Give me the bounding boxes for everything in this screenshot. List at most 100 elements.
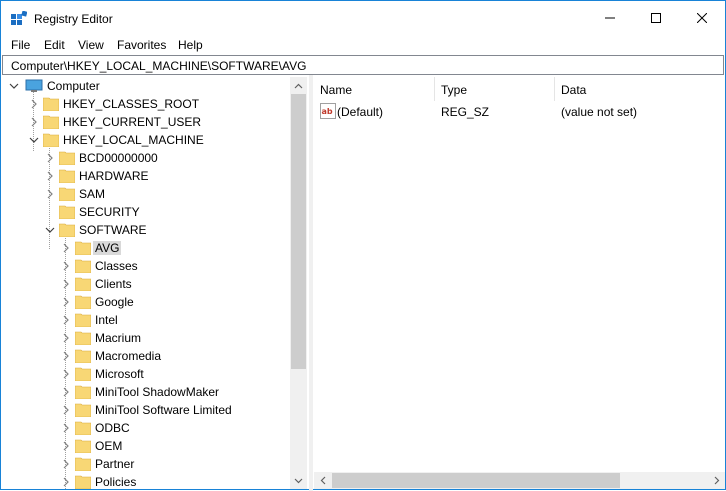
chevron-right-icon[interactable] <box>61 422 71 434</box>
chevron-right-icon <box>714 476 719 485</box>
folder-icon <box>59 205 75 219</box>
folder-icon <box>75 331 91 345</box>
tree-item-hkey-classes-root[interactable]: HKEY_CLASSES_ROOT <box>5 95 295 113</box>
column-header-name[interactable]: Name <box>314 77 435 101</box>
pane-splitter[interactable] <box>309 75 313 491</box>
chevron-right-icon[interactable] <box>61 260 71 272</box>
tree-item-minitool-shadowmaker[interactable]: MiniTool ShadowMaker <box>5 383 295 401</box>
tree-item-hardware[interactable]: HARDWARE <box>5 167 295 185</box>
tree-item-microsoft[interactable]: Microsoft <box>5 365 295 383</box>
tree-item-label: MiniTool ShadowMaker <box>95 385 220 399</box>
value-type: REG_SZ <box>441 105 490 119</box>
tree-item-clients[interactable]: Clients <box>5 275 295 293</box>
tree-item-label: Google <box>95 295 134 309</box>
tree-item-google[interactable]: Google <box>5 293 295 311</box>
scroll-up-button[interactable] <box>290 77 307 94</box>
svg-text:ab: ab <box>322 107 333 116</box>
folder-icon <box>75 349 91 363</box>
chevron-right-icon[interactable] <box>61 404 71 416</box>
tree-item-intel[interactable]: Intel <box>5 311 295 329</box>
chevron-right-icon[interactable] <box>29 98 39 110</box>
tree-item-partner[interactable]: Partner <box>5 455 295 473</box>
tree-item-classes[interactable]: Classes <box>5 257 295 275</box>
values-horizontal-scrollbar[interactable] <box>314 472 725 489</box>
tree-item-macromedia[interactable]: Macromedia <box>5 347 295 365</box>
tree-item-sam[interactable]: SAM <box>5 185 295 203</box>
value-row[interactable]: ab (Default) REG_SZ (value not set) <box>314 102 725 120</box>
chevron-down-icon[interactable] <box>29 134 39 146</box>
tree-item-hkey-local-machine[interactable]: HKEY_LOCAL_MACHINE <box>5 131 295 149</box>
chevron-right-icon[interactable] <box>61 386 71 398</box>
chevron-right-icon[interactable] <box>45 170 55 182</box>
address-path[interactable]: Computer\HKEY_LOCAL_MACHINE\SOFTWARE\AVG <box>11 59 306 73</box>
tree-item-label: Macromedia <box>95 349 162 363</box>
chevron-right-icon[interactable] <box>61 440 71 452</box>
menu-file[interactable]: File <box>11 38 30 52</box>
tree-item-macrium[interactable]: Macrium <box>5 329 295 347</box>
folder-open-icon <box>59 223 75 237</box>
values-pane[interactable]: Name Type Data ab (Default) REG_SZ (valu… <box>314 77 725 489</box>
close-button[interactable] <box>679 1 725 35</box>
column-header-type[interactable]: Type <box>435 77 555 101</box>
scroll-thumb[interactable] <box>332 473 620 488</box>
maximize-icon <box>651 13 661 23</box>
chevron-right-icon[interactable] <box>61 476 71 488</box>
chevron-right-icon[interactable] <box>61 458 71 470</box>
tree-vertical-scrollbar[interactable] <box>290 77 307 489</box>
column-header-data[interactable]: Data <box>555 77 725 101</box>
scroll-thumb[interactable] <box>291 94 306 369</box>
menu-edit[interactable]: Edit <box>44 38 65 52</box>
close-icon <box>697 13 707 23</box>
folder-icon <box>75 439 91 453</box>
maximize-button[interactable] <box>633 1 679 35</box>
chevron-down-icon <box>294 478 303 483</box>
tree-item-label: Classes <box>95 259 138 273</box>
chevron-right-icon[interactable] <box>61 368 71 380</box>
tree-item-software[interactable]: SOFTWARE <box>5 221 295 239</box>
tree-item-avg[interactable]: AVG <box>5 239 295 257</box>
folder-icon <box>75 403 91 417</box>
title-bar[interactable]: Registry Editor <box>1 1 725 35</box>
menu-favorites[interactable]: Favorites <box>117 38 166 52</box>
tree-item-label: ODBC <box>95 421 130 435</box>
chevron-right-icon[interactable] <box>61 296 71 308</box>
tree-item-security[interactable]: SECURITY <box>5 203 295 221</box>
tree-item-odbc[interactable]: ODBC <box>5 419 295 437</box>
tree-item-computer[interactable]: Computer <box>5 77 295 95</box>
folder-icon <box>75 367 91 381</box>
tree-item-oem[interactable]: OEM <box>5 437 295 455</box>
chevron-right-icon[interactable] <box>61 314 71 326</box>
value-name: (Default) <box>337 105 384 119</box>
registry-editor-window: Registry Editor File Edit View Favorites… <box>0 0 726 491</box>
computer-icon <box>25 79 43 92</box>
chevron-right-icon[interactable] <box>61 332 71 344</box>
menu-help[interactable]: Help <box>178 38 203 52</box>
tree-item-hkey-current-user[interactable]: HKEY_CURRENT_USER <box>5 113 295 131</box>
scroll-left-button[interactable] <box>314 472 331 489</box>
value-data: (value not set) <box>561 105 638 119</box>
chevron-down-icon[interactable] <box>45 224 55 236</box>
scroll-right-button[interactable] <box>708 472 725 489</box>
chevron-right-icon[interactable] <box>61 242 71 254</box>
minimize-icon <box>605 17 615 19</box>
tree-item-policies[interactable]: Policies <box>5 473 295 489</box>
minimize-button[interactable] <box>587 1 633 35</box>
tree-pane[interactable]: Computer HKEY_CLASSES_ROOT HKEY_CURRENT_… <box>5 77 308 489</box>
scroll-down-button[interactable] <box>290 472 307 489</box>
address-bar[interactable]: Computer\HKEY_LOCAL_MACHINE\SOFTWARE\AVG <box>2 55 724 75</box>
chevron-right-icon[interactable] <box>45 188 55 200</box>
tree-item-bcd00000000[interactable]: BCD00000000 <box>5 149 295 167</box>
chevron-right-icon[interactable] <box>45 152 55 164</box>
chevron-right-icon[interactable] <box>61 278 71 290</box>
tree-item-label-selected: AVG <box>93 241 122 255</box>
tree-item-label: Microsoft <box>95 367 144 381</box>
tree-item-label: Clients <box>95 277 132 291</box>
chevron-right-icon[interactable] <box>61 350 71 362</box>
menu-view[interactable]: View <box>78 38 104 52</box>
chevron-down-icon[interactable] <box>9 80 19 92</box>
window-title: Registry Editor <box>34 12 113 26</box>
folder-icon <box>43 115 59 129</box>
tree-item-minitool-software-limited[interactable]: MiniTool Software Limited <box>5 401 295 419</box>
chevron-up-icon <box>294 83 303 88</box>
chevron-right-icon[interactable] <box>29 116 39 128</box>
